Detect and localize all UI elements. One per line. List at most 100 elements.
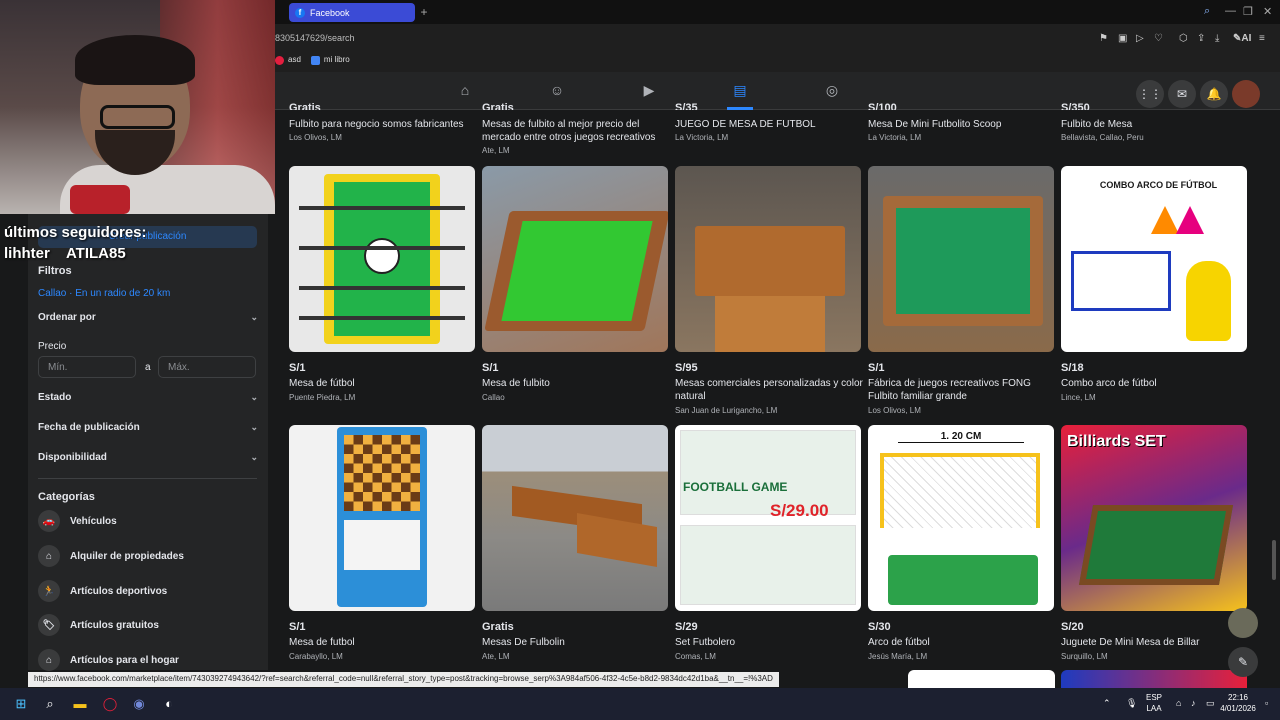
condition-label: Estado [38, 392, 72, 403]
marketplace-icon[interactable]: ▤ [731, 82, 749, 100]
listing-price: S/1 [868, 362, 885, 374]
extensions-icon[interactable]: ⬡ [1179, 33, 1188, 44]
listing-title: Mesa de futbol [289, 637, 355, 648]
followers-names: lihhter ATILA85 [4, 245, 126, 262]
listing-price: Gratis [482, 621, 514, 633]
opera-icon[interactable]: ◯ [100, 694, 120, 714]
date-dropdown[interactable]: Fecha de publicación ⌄ [38, 422, 258, 433]
listing-location: Ate, LM [482, 652, 510, 661]
tab-facebook[interactable]: f Facebook [289, 3, 415, 22]
listing-image[interactable] [908, 670, 1055, 688]
compose-icon[interactable]: ✎ [1228, 647, 1258, 677]
availability-label: Disponibilidad [38, 452, 107, 463]
maximize-icon[interactable]: ❐ [1243, 5, 1253, 18]
menu-icon[interactable]: ≡ [1259, 33, 1265, 44]
bookmark-item[interactable]: mi libro [310, 55, 350, 65]
chevron-down-icon: ⌄ [250, 422, 258, 432]
windows-start-icon[interactable]: ⊞ [11, 694, 31, 714]
listing-location: Lince, LM [1061, 393, 1096, 402]
new-tab-button[interactable]: + [417, 5, 431, 19]
listing-title: Mesas de fulbito al mejor precio del mer… [482, 119, 656, 143]
image-caption: 1. 20 CM [898, 431, 1024, 443]
listing-title: Set Futbolero [675, 637, 736, 648]
availability-dropdown[interactable]: Disponibilidad ⌄ [38, 452, 258, 463]
clock[interactable]: 22:16 4/01/2026 [1214, 692, 1262, 714]
location-filter[interactable]: Callao · En un radio de 20 km [38, 288, 170, 299]
image-caption: Billiards SET [1067, 433, 1166, 450]
car-icon: 🚗 [38, 510, 60, 532]
obs-icon[interactable]: ◐ [159, 694, 179, 714]
listing-image[interactable] [482, 166, 668, 352]
notification-icon[interactable]: ▫ [1265, 698, 1268, 709]
friends-icon[interactable]: ☺ [548, 82, 566, 100]
search-icon[interactable]: ⌕ [40, 694, 60, 714]
listing-image[interactable] [868, 166, 1054, 352]
bookmark-item[interactable]: asd [275, 55, 301, 65]
address-bar[interactable]: 8305147629/search [275, 28, 1075, 48]
followers-heading: últimos seguidores: [4, 224, 147, 241]
bookmark-dot-icon [310, 55, 320, 65]
minimize-icon[interactable]: — [1225, 5, 1236, 17]
search-icon[interactable]: ⌕ [1204, 5, 1210, 18]
home-icon[interactable]: ⌂ [456, 82, 474, 100]
network-icon[interactable]: ⌂ [1176, 698, 1181, 709]
image-caption: COMBO ARCO DE FÚTBOL [1099, 180, 1218, 190]
groups-icon[interactable]: ◎ [823, 82, 841, 100]
listing-title: Juguete De Mini Mesa de Billar [1061, 637, 1200, 648]
facebook-icon: f [295, 7, 305, 18]
play-icon[interactable]: ▷ [1136, 33, 1144, 44]
price-min-input[interactable]: Mín. [38, 356, 136, 378]
clock-time: 22:16 [1227, 693, 1249, 702]
share-icon[interactable]: ⇪ [1197, 33, 1205, 44]
volume-icon[interactable]: ♪ [1191, 698, 1196, 709]
category-free[interactable]: 🏷 Artículos gratuitos [38, 614, 258, 636]
price-max-input[interactable]: Máx. [158, 356, 256, 378]
listing-title: Fábrica de juegos recreativos FONG Fulbi… [868, 378, 1031, 402]
category-vehicles[interactable]: 🚗 Vehículos [38, 510, 258, 532]
chevron-down-icon: ⌄ [250, 452, 258, 462]
listing-image[interactable] [289, 166, 475, 352]
messenger-icon[interactable]: ✉ [1168, 80, 1196, 108]
listing-image[interactable] [482, 425, 668, 611]
avatar[interactable] [1232, 80, 1260, 108]
listing-image[interactable]: 1. 20 CM [868, 425, 1054, 611]
heart-icon[interactable]: ♡ [1154, 33, 1163, 44]
category-rentals[interactable]: ⌂ Alquiler de propiedades [38, 545, 258, 567]
listing-price: S/30 [868, 621, 891, 633]
listing-image[interactable] [289, 425, 475, 611]
tray-chevron-icon[interactable]: ⌃ [1103, 698, 1111, 709]
listing-price: S/1 [289, 362, 306, 374]
listing-location: Carabayllo, LM [289, 652, 343, 661]
microphone-icon[interactable]: 🎙 [1126, 698, 1137, 709]
discord-icon[interactable]: ◉ [129, 694, 149, 714]
listing-image[interactable]: FOOTBALL GAME S/29.00 [675, 425, 861, 611]
bookmark-icon[interactable]: ⚑ [1099, 33, 1108, 44]
house-icon: ⌂ [38, 649, 60, 671]
category-label: Artículos gratuitos [70, 619, 159, 631]
notifications-icon[interactable]: 🔔 [1200, 80, 1228, 108]
download-icon[interactable]: ⤓ [1215, 33, 1219, 44]
listing-image[interactable] [1061, 670, 1247, 688]
scrollbar-thumb[interactable] [1272, 540, 1276, 580]
close-icon[interactable]: ✕ [1263, 5, 1272, 18]
category-label: Artículos deportivos [70, 585, 168, 597]
sort-dropdown[interactable]: Ordenar por ⌄ [38, 312, 258, 323]
watch-icon[interactable]: ▶ [640, 82, 658, 100]
ai-button[interactable]: ✎AI [1233, 33, 1251, 44]
screenshot-icon[interactable]: ▣ [1118, 33, 1127, 44]
menu-grid-icon[interactable]: ⋮⋮ [1136, 80, 1164, 108]
category-home[interactable]: ⌂ Artículos para el hogar [38, 649, 258, 671]
listing-location: Los Olivos, LM [289, 133, 342, 142]
language-indicator[interactable]: ESP LAA [1146, 692, 1162, 714]
category-sports[interactable]: 🏃 Artículos deportivos [38, 580, 258, 602]
file-explorer-icon[interactable]: ▬ [70, 694, 90, 714]
listing-image[interactable]: Billiards SET [1061, 425, 1247, 611]
listing-location: Puente Piedra, LM [289, 393, 356, 402]
bookmark-label: asd [288, 55, 301, 65]
listing-image[interactable] [675, 166, 861, 352]
chat-avatar-button[interactable] [1228, 608, 1258, 638]
condition-dropdown[interactable]: Estado ⌄ [38, 392, 258, 403]
layout-code: LAA [1146, 704, 1162, 713]
listing-image[interactable]: COMBO ARCO DE FÚTBOL [1061, 166, 1247, 352]
windows-taskbar: ⊞ ⌕ ▬ ◯ ◉ ◐ ⌃ 🎙 ESP LAA ⌂ ♪ ▭ 22:16 4/01… [0, 688, 1280, 720]
